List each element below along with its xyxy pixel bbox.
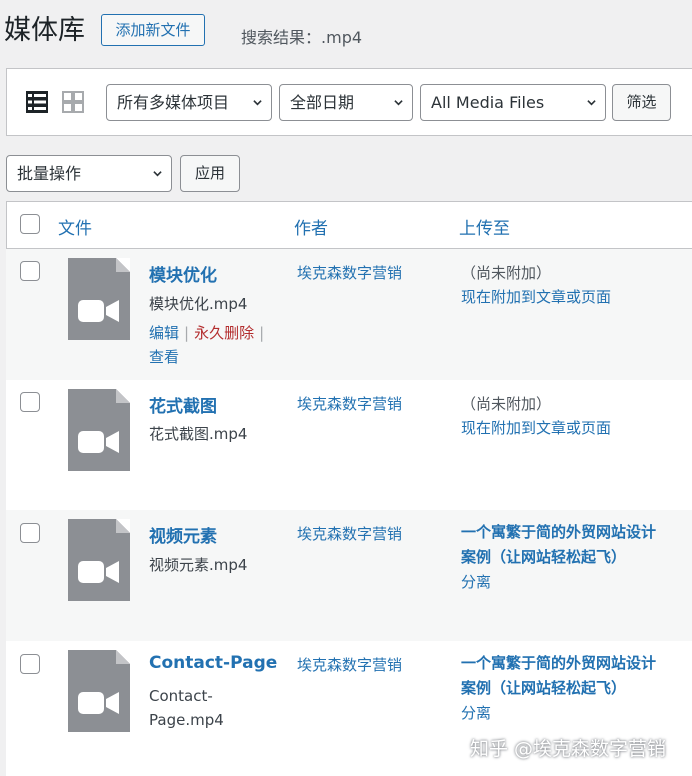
filter-button[interactable]: 筛选 bbox=[612, 84, 671, 121]
date-select[interactable]: 全部日期 bbox=[279, 84, 413, 121]
media-files-value: All Media Files bbox=[431, 93, 545, 112]
author-link[interactable]: 埃克森数字营销 bbox=[297, 393, 402, 414]
action-separator: | bbox=[184, 324, 190, 342]
parent-post-link[interactable]: 一个寓繁于简的外贸网站设计 案例（让网站轻松起飞） bbox=[461, 520, 683, 570]
file-name-line: Page.mp4 bbox=[149, 711, 224, 729]
parent-post-line: 案例（让网站轻松起飞） bbox=[461, 548, 627, 566]
unattached-status: （尚未附加） bbox=[461, 264, 552, 282]
row-checkbox[interactable] bbox=[20, 523, 40, 543]
video-thumbnail[interactable] bbox=[68, 519, 130, 601]
author-link[interactable]: 埃克森数字营销 bbox=[297, 523, 402, 544]
video-thumbnail[interactable] bbox=[68, 389, 130, 471]
file-name-line: Contact- bbox=[149, 687, 213, 705]
chevron-down-icon bbox=[253, 100, 262, 106]
edit-link[interactable]: 编辑 bbox=[149, 324, 179, 342]
chevron-down-icon bbox=[587, 100, 596, 106]
date-value: 全部日期 bbox=[290, 93, 355, 112]
video-icon bbox=[78, 258, 130, 322]
row-actions: 编辑 | 永久删除 | bbox=[149, 321, 269, 345]
author-link[interactable]: 埃克森数字营销 bbox=[297, 262, 402, 283]
video-thumbnail[interactable] bbox=[68, 650, 130, 732]
media-title-link[interactable]: 视频元素 bbox=[149, 522, 217, 547]
page-title: 媒体库 bbox=[4, 15, 85, 46]
grid-view-icon[interactable] bbox=[62, 91, 84, 113]
author-link[interactable]: 埃克森数字营销 bbox=[297, 654, 402, 675]
file-name: 花式截图.mp4 bbox=[149, 425, 248, 443]
parent-post-line: 案例（让网站轻松起飞） bbox=[461, 679, 627, 697]
watermark: 知乎 @埃克森数字营销 bbox=[470, 738, 667, 760]
table-header bbox=[6, 201, 692, 249]
chevron-down-icon bbox=[394, 100, 403, 106]
media-title-link[interactable]: Contact-Page bbox=[149, 653, 277, 673]
media-type-value: 所有多媒体项目 bbox=[117, 93, 230, 112]
file-name: 视频元素.mp4 bbox=[149, 556, 248, 574]
parent-post-link[interactable]: 一个寓繁于简的外贸网站设计 案例（让网站轻松起飞） bbox=[461, 651, 683, 701]
column-uploaded-to[interactable]: 上传至 bbox=[459, 214, 510, 239]
media-title-link[interactable]: 花式截图 bbox=[149, 392, 217, 417]
media-type-select[interactable]: 所有多媒体项目 bbox=[106, 84, 272, 121]
row-checkbox[interactable] bbox=[20, 261, 40, 281]
search-results-label: 搜索结果：.mp4 bbox=[241, 24, 362, 48]
chevron-down-icon bbox=[153, 171, 162, 177]
video-icon bbox=[78, 519, 130, 583]
list-view-icon[interactable] bbox=[26, 91, 48, 113]
attach-link[interactable]: 现在附加到文章或页面 bbox=[461, 417, 611, 438]
select-all-checkbox[interactable] bbox=[20, 214, 40, 234]
action-separator: | bbox=[259, 324, 265, 342]
bulk-action-value: 批量操作 bbox=[17, 164, 82, 183]
media-title-link[interactable]: 模块优化 bbox=[149, 261, 217, 286]
file-name: Contact- Page.mp4 bbox=[149, 684, 224, 732]
column-author: 作者 bbox=[294, 219, 328, 239]
parent-post-line: 一个寓繁于简的外贸网站设计 bbox=[461, 654, 657, 672]
row-checkbox[interactable] bbox=[20, 654, 40, 674]
bulk-action-select[interactable]: 批量操作 bbox=[6, 155, 172, 192]
video-icon bbox=[78, 650, 130, 714]
media-files-select[interactable]: All Media Files bbox=[420, 84, 606, 121]
apply-button[interactable]: 应用 bbox=[180, 155, 240, 192]
add-new-file-button[interactable]: 添加新文件 bbox=[101, 14, 205, 46]
delete-permanently-link[interactable]: 永久删除 bbox=[194, 324, 254, 342]
video-icon bbox=[78, 389, 130, 453]
file-name: 模块优化.mp4 bbox=[149, 295, 248, 313]
parent-post-line: 一个寓繁于简的外贸网站设计 bbox=[461, 523, 657, 541]
search-label: 搜索结果： bbox=[241, 28, 322, 47]
column-file[interactable]: 文件 bbox=[58, 214, 92, 239]
detach-link[interactable]: 分离 bbox=[461, 702, 491, 723]
detach-link[interactable]: 分离 bbox=[461, 571, 491, 592]
unattached-status: （尚未附加） bbox=[461, 395, 552, 413]
search-term: .mp4 bbox=[321, 28, 363, 47]
row-actions-line2: 查看 bbox=[149, 345, 179, 369]
attach-link[interactable]: 现在附加到文章或页面 bbox=[461, 286, 611, 307]
video-thumbnail[interactable] bbox=[68, 258, 130, 340]
view-link[interactable]: 查看 bbox=[149, 348, 179, 366]
row-checkbox[interactable] bbox=[20, 392, 40, 412]
